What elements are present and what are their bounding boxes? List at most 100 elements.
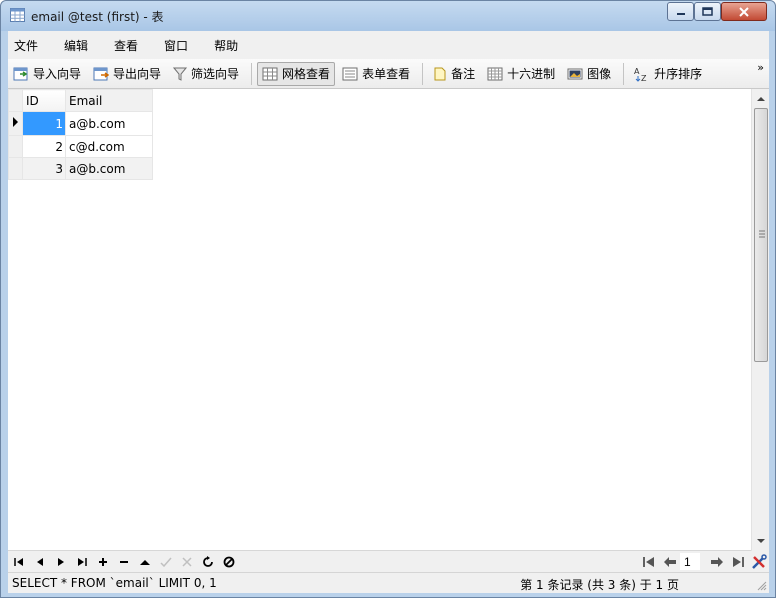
discard-changes-button[interactable]: [176, 552, 197, 571]
previous-page-icon: [663, 556, 676, 567]
menu-bar: 文件 编辑 查看 窗口 帮助: [8, 31, 769, 59]
menu-window[interactable]: 窗口: [158, 37, 200, 54]
row-indicator[interactable]: [8, 111, 23, 136]
table-icon: [10, 8, 25, 22]
up-triangle-icon: [139, 559, 150, 565]
status-bar: SELECT * FROM `email` LIMIT 0, 1 第 1 条记录…: [8, 572, 769, 593]
row-indicator[interactable]: [8, 135, 23, 158]
record-navigation-bar: [8, 551, 769, 572]
last-icon: [77, 557, 87, 566]
cell-email[interactable]: c@d.com: [65, 135, 153, 158]
grid-icon: [262, 67, 278, 80]
cell-id[interactable]: 1: [22, 111, 66, 136]
next-page-button[interactable]: [706, 552, 727, 571]
toolbar-separator: [422, 62, 424, 85]
form-view-label: 表单查看: [362, 67, 411, 81]
refresh-icon: [202, 555, 213, 567]
memo-label: 备注: [451, 67, 476, 81]
page-settings-button[interactable]: [748, 552, 769, 571]
previous-page-button[interactable]: [659, 552, 680, 571]
image-icon: [567, 68, 583, 79]
close-button[interactable]: [721, 2, 767, 21]
first-record-button[interactable]: [8, 552, 29, 571]
minus-icon: [119, 560, 128, 563]
svg-text:A: A: [634, 67, 640, 76]
first-icon: [13, 557, 23, 566]
export-wizard-button[interactable]: 导出向导: [88, 62, 166, 86]
column-header-email[interactable]: Email: [65, 89, 153, 112]
stop-button[interactable]: [218, 552, 239, 571]
row-indicator-header: [8, 89, 23, 112]
tools-icon: [751, 553, 767, 569]
svg-text:Z: Z: [641, 74, 647, 82]
resize-grip-icon[interactable]: [755, 579, 767, 591]
grid-view-button[interactable]: 网格查看: [257, 61, 336, 86]
previous-record-button[interactable]: [29, 552, 50, 571]
menu-edit[interactable]: 编辑: [58, 37, 100, 54]
toolbar-separator: [251, 62, 253, 85]
hex-icon: [487, 67, 503, 80]
minimize-icon: [676, 12, 685, 15]
table-row[interactable]: 2 c@d.com: [8, 135, 153, 158]
last-record-button[interactable]: [71, 552, 92, 571]
image-button[interactable]: 图像: [562, 62, 616, 86]
maximize-icon: [702, 7, 713, 16]
scrollbar-thumb[interactable]: [754, 108, 768, 362]
scroll-down-icon: [757, 539, 765, 543]
form-icon: [342, 67, 358, 80]
last-page-button[interactable]: [727, 552, 748, 571]
cross-icon: [181, 556, 192, 567]
toolbar-more-button[interactable]: »: [757, 61, 764, 74]
menu-file[interactable]: 文件: [8, 37, 50, 54]
cell-id[interactable]: 3: [22, 157, 66, 180]
refresh-button[interactable]: [197, 552, 218, 571]
cell-email[interactable]: a@b.com: [65, 157, 153, 180]
page-number-input[interactable]: [680, 553, 700, 570]
memo-button[interactable]: 备注: [428, 62, 480, 86]
sql-query-text: SELECT * FROM `email` LIMIT 0, 1: [12, 576, 217, 590]
menu-view[interactable]: 查看: [108, 37, 150, 54]
delete-record-button[interactable]: [113, 552, 134, 571]
previous-icon: [36, 557, 43, 566]
next-record-button[interactable]: [50, 552, 71, 571]
last-page-icon: [732, 556, 744, 567]
plus-icon: [98, 557, 107, 566]
apply-changes-button[interactable]: [155, 552, 176, 571]
hex-button[interactable]: 十六进制: [482, 62, 560, 86]
cell-id[interactable]: 2: [22, 135, 66, 158]
first-page-button[interactable]: [638, 552, 659, 571]
grid-view-label: 网格查看: [282, 67, 331, 81]
current-row-arrow-icon: [13, 117, 18, 127]
sort-ascending-button[interactable]: A Z 升序排序: [629, 62, 707, 86]
toolbar-separator: [623, 62, 625, 85]
filter-icon: [173, 67, 188, 81]
scroll-up-icon: [757, 97, 765, 101]
toolbar: 导入向导 导出向导 筛选向导 网格查看 表单查看 备注 十六进制 图像 A Z …: [8, 59, 769, 89]
form-view-button[interactable]: 表单查看: [337, 62, 415, 86]
add-record-button[interactable]: [92, 552, 113, 571]
sort-ascending-icon: A Z: [634, 67, 647, 82]
maximize-button[interactable]: [694, 2, 721, 21]
menu-help[interactable]: 帮助: [208, 37, 250, 54]
import-wizard-button[interactable]: 导入向导: [8, 62, 86, 86]
next-icon: [57, 557, 64, 566]
stop-icon: [223, 556, 234, 567]
title-bar[interactable]: email @test (first) - 表: [1, 1, 775, 31]
export-icon: [93, 67, 110, 80]
table-header-row: ID Email: [8, 89, 153, 112]
check-icon: [159, 557, 172, 567]
table-row[interactable]: 3 a@b.com: [8, 157, 153, 180]
cell-email[interactable]: a@b.com: [65, 111, 153, 136]
column-header-id[interactable]: ID: [22, 89, 66, 112]
record-count-text: 第 1 条记录 (共 3 条) 于 1 页: [520, 578, 679, 592]
minimize-button[interactable]: [667, 2, 694, 21]
filter-wizard-label: 筛选向导: [191, 67, 240, 81]
row-indicator[interactable]: [8, 157, 23, 180]
memo-icon: [434, 67, 446, 80]
edit-record-button[interactable]: [134, 552, 155, 571]
table-row[interactable]: 1 a@b.com: [8, 111, 153, 136]
grip-icon: [759, 230, 765, 238]
filter-wizard-button[interactable]: 筛选向导: [168, 62, 244, 86]
close-icon: [739, 6, 749, 17]
vertical-scrollbar[interactable]: [751, 89, 769, 551]
